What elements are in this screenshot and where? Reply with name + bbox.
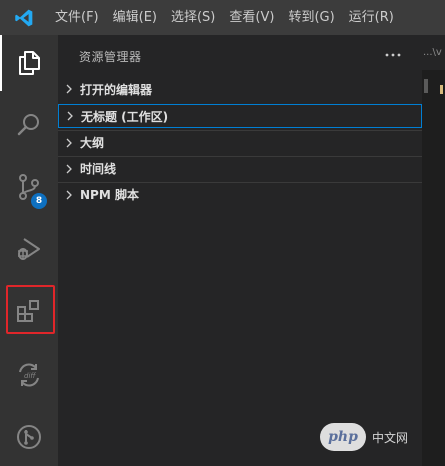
sidebar-header: 资源管理器 [58, 35, 422, 75]
files-icon [19, 51, 40, 75]
section-label: 时间线 [80, 162, 117, 176]
section-outline[interactable]: 大纲 [58, 130, 422, 154]
source-control-badge: 8 [31, 193, 47, 209]
title-bar: 文件(F) 编辑(E) 选择(S) 查看(V) 转到(G) 运行(R) [0, 0, 445, 35]
section-label: 打开的编辑器 [80, 82, 153, 97]
chevron-right-icon [58, 183, 80, 207]
activity-git-graph[interactable] [0, 409, 58, 465]
section-timeline[interactable]: 时间线 [58, 156, 422, 180]
extensions-highlight-box [6, 285, 55, 334]
menu-view[interactable]: 查看(V) [222, 0, 281, 35]
chevron-right-icon [59, 104, 81, 128]
editor-area: ...\v [422, 35, 445, 466]
active-indicator [0, 35, 2, 91]
editor-breadcrumb [424, 79, 428, 93]
menu-bar: 文件(F) 编辑(E) 选择(S) 查看(V) 转到(G) 运行(R) [48, 0, 401, 35]
run-debug-icon [18, 238, 40, 260]
vscode-window: 文件(F) 编辑(E) 选择(S) 查看(V) 转到(G) 运行(R) 8 di… [0, 0, 445, 466]
menu-edit[interactable]: 编辑(E) [106, 0, 164, 35]
explorer-sidebar: 资源管理器 打开的编辑器 无标题 (工作区) 大纲 时间线 NPM 脚本 [58, 35, 422, 466]
diff-sync-icon: diff [19, 363, 39, 387]
menu-run[interactable]: 运行(R) [342, 0, 401, 35]
menu-go[interactable]: 转到(G) [281, 0, 341, 35]
activity-bar: 8 diff [0, 35, 58, 466]
chevron-right-icon [58, 77, 80, 101]
search-icon [17, 114, 39, 136]
activity-run-debug[interactable] [0, 221, 58, 277]
section-workspace[interactable]: 无标题 (工作区) [58, 104, 422, 128]
section-npm-scripts[interactable]: NPM 脚本 [58, 182, 422, 206]
watermark: php 中文网 [320, 420, 430, 454]
activity-compare[interactable]: diff [0, 347, 58, 403]
sidebar-title: 资源管理器 [79, 50, 142, 64]
section-open-editors[interactable]: 打开的编辑器 [58, 77, 422, 101]
section-label: NPM 脚本 [80, 188, 139, 202]
activity-search[interactable] [0, 97, 58, 153]
git-graph-icon [17, 425, 41, 449]
menu-selection[interactable]: 选择(S) [164, 0, 222, 35]
editor-tab[interactable]: ...\v [423, 47, 442, 58]
watermark-logo: php [320, 423, 366, 451]
watermark-text: 中文网 [372, 430, 409, 445]
chevron-right-icon [58, 157, 80, 181]
more-actions-icon[interactable] [382, 47, 404, 63]
scrollbar-marker [440, 85, 443, 94]
vscode-logo-icon [0, 0, 48, 35]
activity-explorer[interactable] [0, 35, 58, 91]
editor-tab-strip: ...\v [422, 35, 445, 70]
chevron-right-icon [58, 131, 80, 155]
section-label: 大纲 [80, 136, 105, 150]
svg-text:diff: diff [24, 372, 36, 380]
activity-source-control[interactable]: 8 [0, 159, 58, 215]
section-label: 无标题 (工作区) [81, 109, 169, 124]
menu-file[interactable]: 文件(F) [48, 0, 106, 35]
